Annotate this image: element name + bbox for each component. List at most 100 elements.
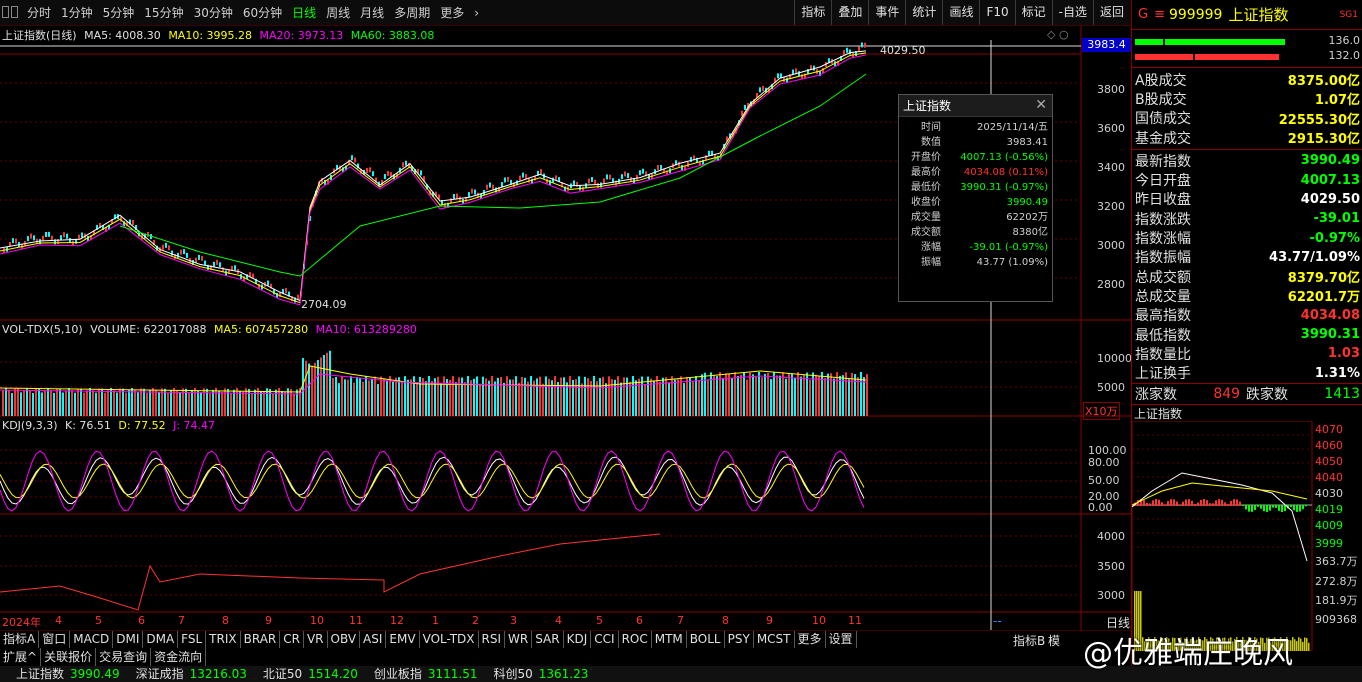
date-tick: 6 xyxy=(138,614,145,627)
candle xyxy=(12,238,14,244)
right-tab-1[interactable]: -- xyxy=(993,614,1002,628)
period-5[interactable]: 60分钟 xyxy=(238,4,287,21)
volume-bar xyxy=(263,391,265,416)
indicator-tab-24[interactable]: 更多 xyxy=(795,631,826,648)
status-name[interactable]: 科创50 xyxy=(493,666,532,682)
mini-bar xyxy=(1158,499,1160,506)
quote-row: B股成交 1.07亿 xyxy=(1132,89,1362,108)
indicator-tab-4[interactable]: DMA xyxy=(143,631,179,648)
period-8[interactable]: 月线 xyxy=(355,4,389,21)
date-tick: 12 xyxy=(390,614,404,627)
volume-bar xyxy=(692,381,694,416)
indicator-tab-25[interactable]: 设置 xyxy=(826,631,857,648)
tool-8[interactable]: 返回 xyxy=(1092,0,1130,25)
tool-2[interactable]: 事件 xyxy=(868,0,905,25)
volume-bar xyxy=(632,376,634,416)
indicator-tab-22[interactable]: PSY xyxy=(725,631,754,648)
indicator-tab-12[interactable]: EMV xyxy=(386,631,420,648)
volume-bar xyxy=(269,389,271,416)
popup-row: 时间 2025/11/14/五 xyxy=(899,120,1052,135)
candle xyxy=(576,181,578,187)
close-icon[interactable]: ✕ xyxy=(1035,97,1047,113)
intraday-mini-chart[interactable]: 4070 4060 4050 4040 4030 4019 4009 3999 363.7万 27… xyxy=(1132,420,1362,651)
extension-tab-0[interactable]: 扩展^ xyxy=(0,648,42,666)
indicator-tab-11[interactable]: ASI xyxy=(360,631,387,648)
indicator-tab-21[interactable]: BOLL xyxy=(687,631,725,648)
indicator-tab-6[interactable]: TRIX xyxy=(206,631,241,648)
right-tab-2[interactable]: 指标B xyxy=(1013,632,1045,649)
period-0[interactable]: 分时 xyxy=(22,4,56,21)
extension-tab-3[interactable]: 资金流向 xyxy=(151,648,207,666)
indicator-tab-20[interactable]: MTM xyxy=(652,631,687,648)
tool-7[interactable]: -自选 xyxy=(1051,0,1093,25)
quote-value: -0.97% xyxy=(1309,230,1361,246)
volume-bar xyxy=(17,388,19,416)
axis-tick: 0.00 xyxy=(1088,501,1113,514)
menu-icon[interactable]: ≡ xyxy=(1154,7,1165,22)
mini-bar xyxy=(1194,503,1196,506)
volume-bar xyxy=(341,376,343,416)
extension-tab-2[interactable]: 交易查询 xyxy=(96,648,152,666)
popup-row: 收盘价 3990.49 xyxy=(899,195,1052,210)
tool-1[interactable]: 叠加 xyxy=(831,0,868,25)
candle xyxy=(798,71,800,77)
indicator-tab-2[interactable]: MACD xyxy=(70,631,114,648)
indicator-tab-10[interactable]: OBV xyxy=(328,631,361,648)
volume-bar xyxy=(686,376,688,416)
indicator-tab-16[interactable]: SAR xyxy=(532,631,564,648)
mini-bar xyxy=(1215,500,1217,506)
chart-ctrl-icons[interactable]: ◇ ○ xyxy=(1047,28,1069,41)
status-name[interactable]: 北证50 xyxy=(263,666,302,682)
popup-key: 开盘价 xyxy=(911,152,941,163)
indicator-tab-1[interactable]: 窗口 xyxy=(39,631,71,648)
period-10[interactable]: 更多 xyxy=(435,4,469,21)
indicator-tab-8[interactable]: CR xyxy=(280,631,304,648)
right-tab-3[interactable]: 模 xyxy=(1048,632,1060,649)
volume-value: VOLUME: 622017088 xyxy=(90,323,207,336)
indicator-tab-5[interactable]: FSL xyxy=(178,631,207,648)
volume-bar xyxy=(617,376,619,416)
axis-tick: 2800 xyxy=(1097,278,1125,291)
indicator-tab-17[interactable]: KDJ xyxy=(564,631,592,648)
tool-0[interactable]: 指标 xyxy=(794,0,831,25)
status-name[interactable]: 深证成指 xyxy=(136,666,184,682)
period-9[interactable]: 多周期 xyxy=(389,4,435,21)
period-7[interactable]: 周线 xyxy=(321,4,355,21)
tool-6[interactable]: 标记 xyxy=(1014,0,1052,25)
indicator-tab-13[interactable]: VOL-TDX xyxy=(420,631,479,648)
tool-5[interactable]: F10 xyxy=(979,0,1014,25)
chevron-right-icon[interactable]: › xyxy=(469,6,484,20)
mini-bar xyxy=(1170,498,1172,506)
indicator-tab-23[interactable]: MCST xyxy=(754,631,795,648)
period-6[interactable]: 日线 xyxy=(287,4,321,21)
volume-bar xyxy=(149,390,151,416)
indicator-tab-3[interactable]: DMI xyxy=(113,631,144,648)
status-name[interactable]: 创业板指 xyxy=(374,666,422,682)
tool-4[interactable]: 画线 xyxy=(942,0,979,25)
indicator-tab-18[interactable]: CCI xyxy=(591,631,619,648)
indicator-tab-14[interactable]: RSI xyxy=(479,631,506,648)
indicator-tab-19[interactable]: ROC xyxy=(619,631,652,648)
layout-icons[interactable] xyxy=(2,6,18,18)
volume-bar xyxy=(725,373,727,416)
candle xyxy=(51,235,53,241)
indicator-tab-9[interactable]: VR xyxy=(304,631,328,648)
period-2[interactable]: 5分钟 xyxy=(98,4,140,21)
mini-volume-bar xyxy=(1308,642,1310,651)
date-tick: 7 xyxy=(178,614,185,627)
volume-bar xyxy=(314,362,316,416)
indicator-tab-0[interactable]: 指标A xyxy=(0,631,40,648)
status-name[interactable]: 上证指数 xyxy=(16,666,64,682)
volume-bar xyxy=(62,392,64,416)
popup-value: 8380亿 xyxy=(1012,227,1048,238)
quote-value: -39.01 xyxy=(1313,211,1360,227)
indicator-tab-7[interactable]: BRAR xyxy=(241,631,281,648)
extension-tab-1[interactable]: 关联报价 xyxy=(41,648,97,666)
period-3[interactable]: 15分钟 xyxy=(139,4,188,21)
candle xyxy=(234,265,236,271)
popup-row: 涨幅 -39.01 (-0.97%) xyxy=(899,240,1052,255)
tool-3[interactable]: 统计 xyxy=(905,0,942,25)
period-1[interactable]: 1分钟 xyxy=(56,4,98,21)
indicator-tab-15[interactable]: WR xyxy=(505,631,533,648)
period-4[interactable]: 30分钟 xyxy=(189,4,238,21)
